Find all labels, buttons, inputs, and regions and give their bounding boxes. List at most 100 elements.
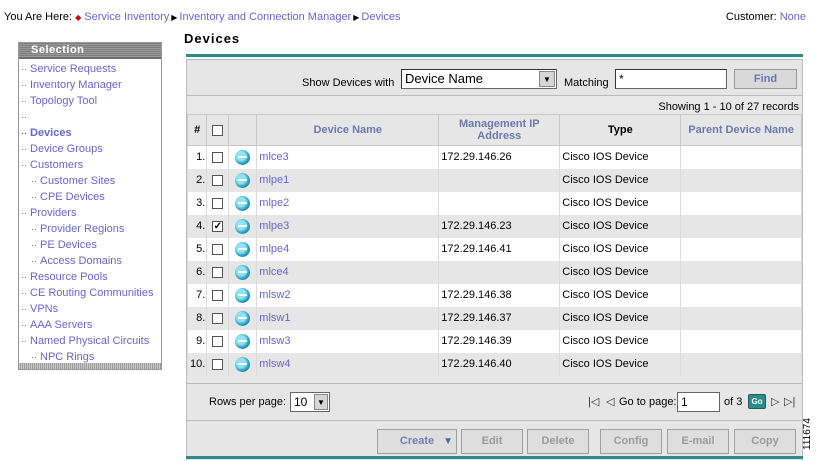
page-number-input[interactable]: 1 xyxy=(677,392,720,412)
sidebar-item-label[interactable]: Resource Pools xyxy=(30,271,108,283)
breadcrumb-devices[interactable]: Devices xyxy=(361,11,400,23)
device-name-link[interactable]: mlsw3 xyxy=(259,335,290,347)
sidebar-item-ce-routing-communities[interactable]: ·· CE Routing Communities xyxy=(19,285,161,301)
find-button[interactable]: Find xyxy=(734,69,797,89)
table-row[interactable]: 8. mlsw1 172.29.146.37 Cisco IOS Device xyxy=(186,306,802,330)
matching-input[interactable]: * xyxy=(615,69,727,89)
customer-value-link[interactable]: None xyxy=(780,11,806,23)
sidebar-item-device-groups[interactable]: ·· Device Groups xyxy=(19,141,161,157)
sidebar-item-label[interactable]: Providers xyxy=(30,207,76,219)
sidebar-item-cpe-devices[interactable]: ·· CPE Devices xyxy=(19,189,161,205)
breadcrumb-service-inventory[interactable]: Service Inventory xyxy=(84,11,169,23)
table-row[interactable]: 10. mlsw4 172.29.146.40 Cisco IOS Device xyxy=(186,352,802,376)
sidebar-item-pe-devices[interactable]: ·· PE Devices xyxy=(19,237,161,253)
sidebar-item-label[interactable]: PE Devices xyxy=(40,239,97,251)
table-row[interactable]: 1. mlce3 172.29.146.26 Cisco IOS Device xyxy=(186,145,802,169)
row-checkbox[interactable] xyxy=(212,243,224,255)
sidebar-item-label[interactable]: Topology Tool xyxy=(30,95,97,107)
row-select-cell[interactable] xyxy=(206,237,230,261)
sidebar-item-service-requests[interactable]: ·· Service Requests xyxy=(19,61,161,77)
device-name-link[interactable]: mlsw2 xyxy=(259,289,290,301)
row-select-cell[interactable] xyxy=(206,329,230,353)
sidebar-item-label[interactable]: Customers xyxy=(30,159,83,171)
row-checkbox[interactable] xyxy=(212,151,224,163)
copy-button[interactable]: Copy xyxy=(734,429,796,454)
table-row[interactable]: 3. mlpe2 Cisco IOS Device xyxy=(186,191,802,215)
go-button[interactable]: Go xyxy=(748,394,766,409)
delete-button[interactable]: Delete xyxy=(527,429,589,454)
sidebar-item-provider-regions[interactable]: ·· Provider Regions xyxy=(19,221,161,237)
dropdown-arrow-icon[interactable]: ▼ xyxy=(443,430,453,453)
sidebar-item-inventory-manager[interactable]: ·· Inventory Manager xyxy=(19,77,161,93)
sidebar-item-topology-tool[interactable]: ·· Topology Tool xyxy=(19,93,161,109)
sidebar-item-label[interactable]: CE Routing Communities xyxy=(30,287,154,299)
sidebar-item-label[interactable]: Inventory Manager xyxy=(30,79,122,91)
row-checkbox[interactable] xyxy=(212,312,224,324)
email-button[interactable]: E-mail xyxy=(667,429,729,454)
rows-per-page-select[interactable]: 10 ▼ xyxy=(290,392,330,412)
device-name-link[interactable]: mlce3 xyxy=(259,151,288,163)
sidebar-item-devices[interactable]: ·· Devices xyxy=(19,125,161,141)
table-row[interactable]: 7. mlsw2 172.29.146.38 Cisco IOS Device xyxy=(186,283,802,307)
row-select-cell[interactable]: ✓ xyxy=(206,214,230,238)
sidebar-item-access-domains[interactable]: ·· Access Domains xyxy=(19,253,161,269)
sidebar-item-label[interactable]: AAA Servers xyxy=(30,319,92,331)
row-select-cell[interactable] xyxy=(206,145,230,169)
header-parent-device[interactable]: Parent Device Name xyxy=(680,114,802,146)
last-page-icon[interactable]: ▷| xyxy=(784,395,795,408)
row-checkbox[interactable] xyxy=(212,358,224,370)
header-select-all[interactable] xyxy=(206,114,230,146)
sidebar-item-aaa-servers[interactable]: ·· AAA Servers xyxy=(19,317,161,333)
row-select-cell[interactable] xyxy=(206,191,230,215)
table-row[interactable]: 5. mlpe4 172.29.146.41 Cisco IOS Device xyxy=(186,237,802,261)
next-page-icon[interactable]: ▷ xyxy=(771,395,779,408)
sidebar-item-customers[interactable]: ·· Customers xyxy=(19,157,161,173)
row-select-cell[interactable] xyxy=(206,352,230,376)
filter-field-select[interactable]: Device Name ▼ xyxy=(401,69,557,89)
sidebar-item-customer-sites[interactable]: ·· Customer Sites xyxy=(19,173,161,189)
device-name-link[interactable]: mlpe4 xyxy=(259,243,289,255)
device-name-link[interactable]: mlsw1 xyxy=(259,312,290,324)
sidebar-item-vpns[interactable]: ·· VPNs xyxy=(19,301,161,317)
table-row[interactable]: 6. mlce4 Cisco IOS Device xyxy=(186,260,802,284)
header-management-ip[interactable]: Management IP Address xyxy=(438,114,561,146)
sidebar-item-label[interactable]: Service Requests xyxy=(30,63,116,75)
row-checkbox[interactable] xyxy=(212,197,224,209)
sidebar-item-named-physical-circuits[interactable]: ·· Named Physical Circuits xyxy=(19,333,161,349)
device-name-link[interactable]: mlpe1 xyxy=(259,174,289,186)
config-button[interactable]: Config xyxy=(600,429,662,454)
header-device-name[interactable]: Device Name xyxy=(256,114,440,146)
sidebar-item-label[interactable]: CPE Devices xyxy=(40,191,105,203)
device-name-link[interactable]: mlce4 xyxy=(259,266,288,278)
edit-button[interactable]: Edit xyxy=(461,429,523,454)
sidebar-item-label[interactable]: Device Groups xyxy=(30,143,103,155)
sidebar-item-label[interactable]: VPNs xyxy=(30,303,58,315)
device-name-link[interactable]: mlsw4 xyxy=(259,358,290,370)
previous-page-icon[interactable]: ◁ xyxy=(606,395,614,408)
row-checkbox[interactable]: ✓ xyxy=(212,220,224,232)
table-row[interactable]: 9. mlsw3 172.29.146.39 Cisco IOS Device xyxy=(186,329,802,353)
chevron-down-icon[interactable]: ▼ xyxy=(539,71,555,87)
sidebar-item-label[interactable]: Named Physical Circuits xyxy=(30,335,149,347)
row-checkbox[interactable] xyxy=(212,335,224,347)
sidebar-item-label[interactable]: Devices xyxy=(30,127,72,139)
table-row[interactable]: 2. mlpe1 Cisco IOS Device xyxy=(186,168,802,192)
sidebar-item-resource-pools[interactable]: ·· Resource Pools xyxy=(19,269,161,285)
row-checkbox[interactable] xyxy=(212,174,224,186)
chevron-down-icon[interactable]: ▼ xyxy=(314,394,328,410)
sidebar-item-label[interactable]: NPC Rings xyxy=(40,351,94,363)
device-name-link[interactable]: mlpe2 xyxy=(259,197,289,209)
sidebar-item-label[interactable]: Customer Sites xyxy=(40,175,115,187)
sidebar-item-label[interactable]: Provider Regions xyxy=(40,223,124,235)
row-select-cell[interactable] xyxy=(206,168,230,192)
row-select-cell[interactable] xyxy=(206,283,230,307)
row-checkbox[interactable] xyxy=(212,289,224,301)
row-select-cell[interactable] xyxy=(206,260,230,284)
select-all-checkbox[interactable] xyxy=(212,124,224,136)
table-row[interactable]: 4. ✓ mlpe3 172.29.146.23 Cisco IOS Device xyxy=(186,214,802,238)
sidebar-item-providers[interactable]: ·· Providers xyxy=(19,205,161,221)
breadcrumb-inventory-manager[interactable]: Inventory and Connection Manager xyxy=(179,11,351,23)
device-name-link[interactable]: mlpe3 xyxy=(259,220,289,232)
create-button[interactable]: Create ▼ xyxy=(377,429,457,454)
first-page-icon[interactable]: |◁ xyxy=(588,395,599,408)
